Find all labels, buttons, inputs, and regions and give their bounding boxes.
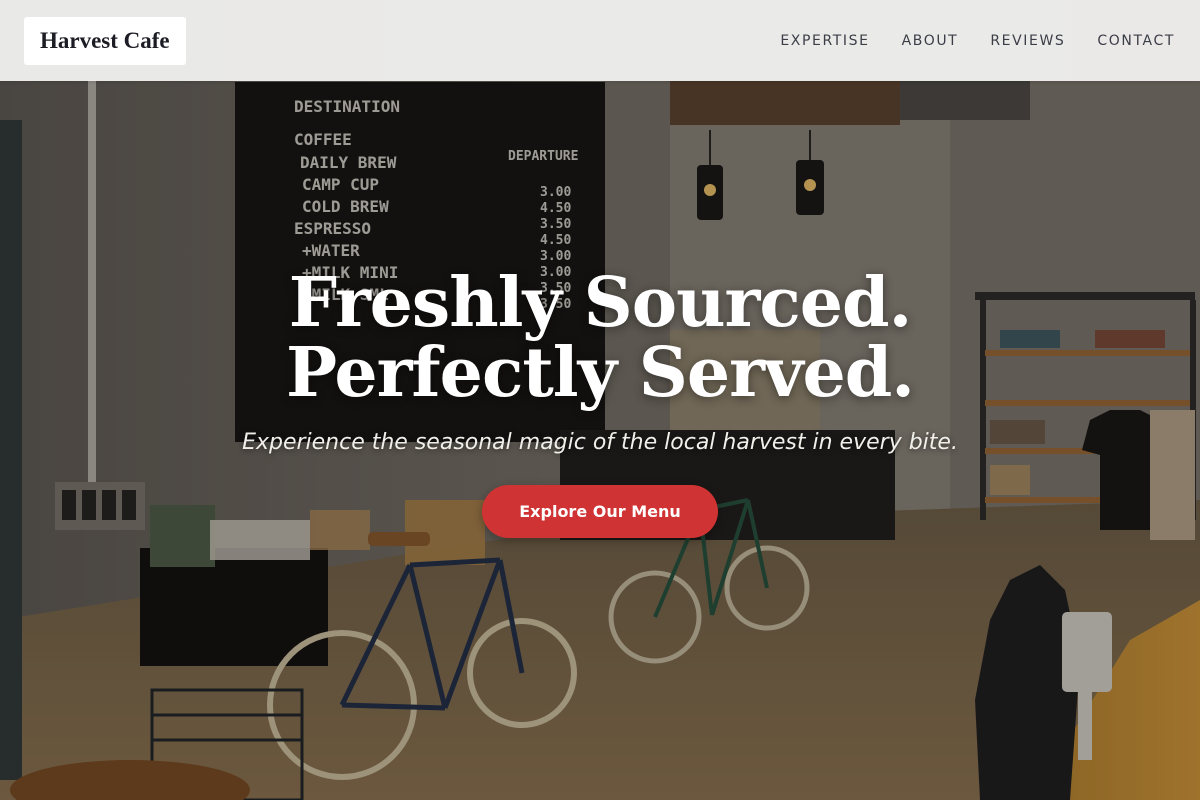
nav-link-contact[interactable]: CONTACT — [1097, 33, 1175, 49]
nav-link-reviews[interactable]: REVIEWS — [990, 33, 1065, 49]
site-header: Harvest Cafe EXPERTISE ABOUT REVIEWS CON… — [0, 0, 1200, 81]
nav-link-about[interactable]: ABOUT — [902, 33, 959, 49]
hero-headline-line2: Perfectly Served. — [286, 333, 915, 413]
site-logo[interactable]: Harvest Cafe — [24, 16, 186, 65]
hero-headline-line1: Freshly Sourced. — [288, 263, 913, 343]
explore-menu-button[interactable]: Explore Our Menu — [482, 485, 718, 538]
hero-subheadline: Experience the seasonal magic of the loc… — [242, 430, 958, 455]
main-nav: EXPERTISE ABOUT REVIEWS CONTACT — [780, 33, 1175, 49]
nav-link-expertise[interactable]: EXPERTISE — [780, 33, 869, 49]
hero-headline: Freshly Sourced. Perfectly Served. — [286, 263, 915, 413]
hero-content: Freshly Sourced. Perfectly Served. Exper… — [0, 268, 1200, 538]
